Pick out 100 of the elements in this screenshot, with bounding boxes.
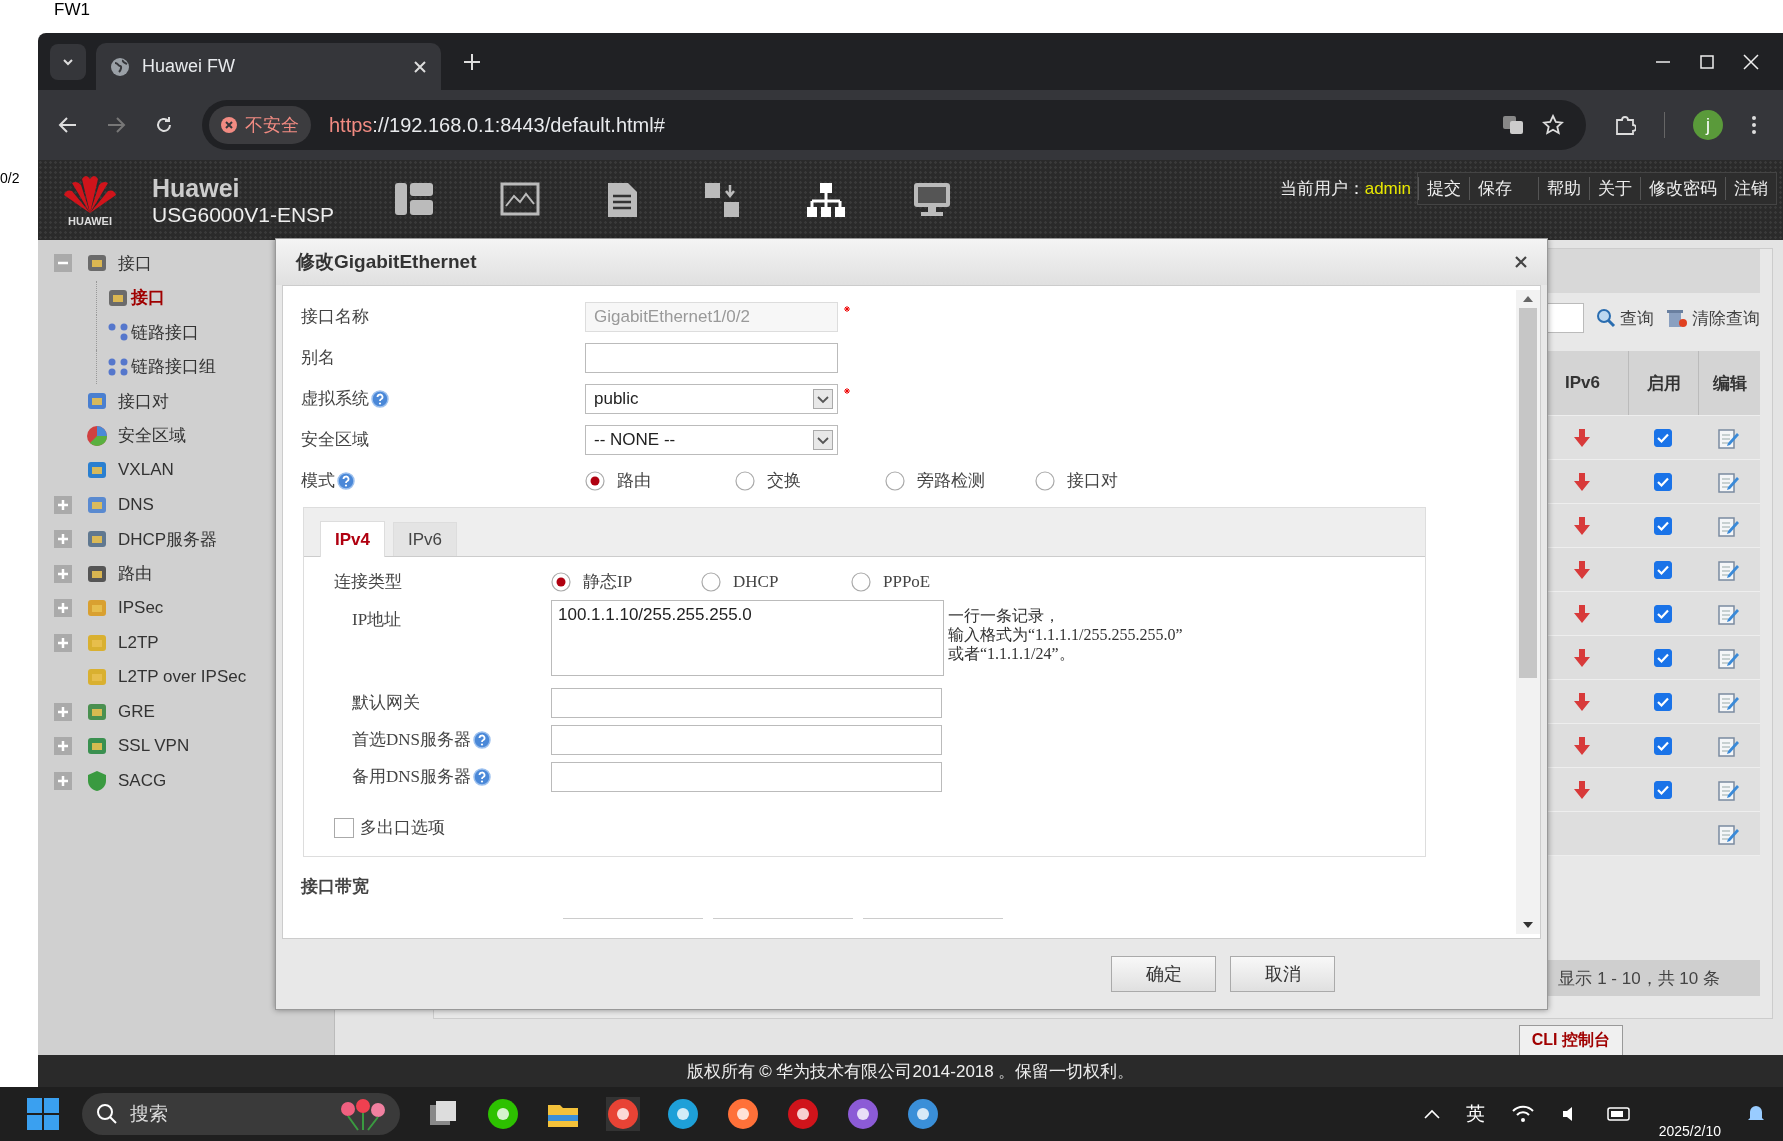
help-icon[interactable] xyxy=(371,389,389,408)
scroll-down-icon[interactable] xyxy=(1523,922,1533,928)
sidebar-item[interactable]: 链路接口 xyxy=(131,320,199,344)
header-link[interactable]: 修改密码 xyxy=(1640,177,1725,200)
radio-button[interactable] xyxy=(1035,470,1055,491)
radio-option[interactable]: PPPoE xyxy=(851,570,1001,593)
cli-console-button[interactable]: CLI 控制台 xyxy=(1518,1025,1623,1055)
text-field[interactable] xyxy=(551,724,942,755)
scrollbar[interactable] xyxy=(1516,290,1540,934)
start-icon[interactable] xyxy=(26,1097,60,1131)
expand-icon[interactable] xyxy=(54,564,72,583)
maximize-icon[interactable] xyxy=(1699,53,1715,70)
radio-button[interactable] xyxy=(701,571,721,592)
expand-icon[interactable] xyxy=(54,737,72,756)
sidebar-item[interactable]: VXLAN xyxy=(118,460,174,481)
query-button[interactable]: 查询 xyxy=(1596,306,1654,330)
edit-icon[interactable] xyxy=(1718,822,1740,845)
ip-address-field[interactable]: 100.1.1.10/255.255.255.0 xyxy=(551,600,944,676)
checkbox[interactable] xyxy=(1654,428,1672,447)
sidebar-item[interactable]: SSL VPN xyxy=(118,736,190,757)
sidebar-item[interactable]: GRE xyxy=(118,701,155,722)
text-field[interactable] xyxy=(551,761,942,792)
sidebar-item[interactable]: SACG xyxy=(118,770,167,791)
checkbox[interactable] xyxy=(1654,560,1672,579)
edit-icon[interactable] xyxy=(1718,646,1740,669)
header-link[interactable]: 注销 xyxy=(1725,177,1776,200)
checkbox[interactable] xyxy=(1654,648,1672,667)
header-link[interactable]: 提交 xyxy=(1418,177,1469,200)
radio-button[interactable] xyxy=(551,571,571,592)
new-tab-icon[interactable] xyxy=(463,52,481,71)
sidebar-item[interactable]: DHCP服务器 xyxy=(118,527,218,551)
sidebar-item[interactable]: L2TP over IPSec xyxy=(118,667,247,688)
checkbox[interactable] xyxy=(1654,780,1672,799)
header-link[interactable]: 帮助 xyxy=(1538,177,1589,200)
select-field[interactable]: -- NONE -- xyxy=(585,424,838,455)
scroll-up-icon[interactable] xyxy=(1523,296,1533,302)
sidebar-item[interactable]: 路由 xyxy=(118,562,152,586)
back-icon[interactable] xyxy=(58,115,78,135)
sidebar-item[interactable]: 接口对 xyxy=(118,389,169,413)
radio-button[interactable] xyxy=(885,470,905,491)
sidebar-item[interactable]: 接口 xyxy=(118,251,152,275)
expand-icon[interactable] xyxy=(54,530,72,549)
edit-icon[interactable] xyxy=(1718,602,1740,625)
checkbox[interactable] xyxy=(1654,516,1672,535)
radio-option[interactable]: 路由 xyxy=(585,469,735,492)
header-link[interactable]: 保存 xyxy=(1469,177,1520,200)
expand-icon[interactable] xyxy=(54,702,72,721)
sidebar-item[interactable]: IPSec xyxy=(118,598,164,619)
radio-option[interactable]: 静态IP xyxy=(551,570,701,593)
sidebar-item[interactable]: 链路接口组 xyxy=(131,355,216,379)
forward-icon[interactable] xyxy=(106,115,126,135)
edit-icon[interactable] xyxy=(1718,470,1740,493)
radio-option[interactable]: 旁路检测 xyxy=(885,469,1035,492)
sidebar-item[interactable]: 接口 xyxy=(131,286,165,310)
radio-option[interactable]: 交换 xyxy=(735,469,885,492)
header-link[interactable]: 关于 xyxy=(1589,177,1640,200)
dashboard-icon[interactable] xyxy=(394,182,435,216)
translate-icon[interactable] xyxy=(1502,114,1524,136)
puzzle-icon[interactable] xyxy=(1614,114,1636,136)
star-icon[interactable] xyxy=(1542,114,1564,136)
browser-tab[interactable]: Huawei FW xyxy=(96,43,441,90)
edit-icon[interactable] xyxy=(1718,734,1740,757)
chevron-up-icon[interactable] xyxy=(1423,1109,1440,1119)
radio-button[interactable] xyxy=(851,571,871,592)
sidebar-item[interactable]: 安全区域 xyxy=(118,424,186,448)
edit-icon[interactable] xyxy=(1718,778,1740,801)
tab[interactable]: IPv6 xyxy=(393,522,457,556)
help-icon[interactable] xyxy=(337,471,355,490)
address-bar[interactable]: 不安全 https://192.168.0.1:8443/default.html# xyxy=(202,100,1586,150)
checkbox[interactable] xyxy=(1654,472,1672,491)
security-chip[interactable]: 不安全 xyxy=(209,106,311,144)
reload-icon[interactable] xyxy=(154,115,174,135)
computer-icon[interactable] xyxy=(912,182,953,218)
sidebar-item[interactable]: DNS xyxy=(118,494,154,515)
checkbox[interactable] xyxy=(334,817,354,838)
wifi-icon[interactable] xyxy=(1510,1105,1535,1123)
tab[interactable]: IPv4 xyxy=(320,521,385,557)
clear-query-button[interactable]: 清除查询 xyxy=(1666,306,1760,330)
select-field[interactable]: public xyxy=(585,383,838,414)
dialog-button[interactable]: 确定 xyxy=(1111,956,1216,992)
edit-icon[interactable] xyxy=(1718,426,1740,449)
battery-icon[interactable] xyxy=(1606,1107,1633,1121)
checkbox[interactable] xyxy=(1654,692,1672,711)
dialog-button[interactable]: 取消 xyxy=(1230,956,1335,992)
input-method-indicator[interactable]: 英 xyxy=(1465,1101,1485,1127)
close-icon[interactable] xyxy=(1515,256,1527,268)
radio-button[interactable] xyxy=(735,470,755,491)
edit-icon[interactable] xyxy=(1718,514,1740,537)
more-icon[interactable] xyxy=(1751,115,1757,135)
edit-icon[interactable] xyxy=(1718,690,1740,713)
expand-icon[interactable] xyxy=(54,771,72,790)
document-icon[interactable] xyxy=(606,182,639,218)
checkbox[interactable] xyxy=(1654,604,1672,623)
monitor-chart-icon[interactable] xyxy=(500,182,541,216)
expand-icon[interactable] xyxy=(54,633,72,652)
radio-option[interactable]: DHCP xyxy=(701,570,851,593)
expand-icon[interactable] xyxy=(54,599,72,618)
taskbar-search-field[interactable]: 搜索 xyxy=(82,1093,400,1135)
collapse-icon[interactable] xyxy=(54,254,72,273)
help-icon[interactable] xyxy=(473,730,491,749)
